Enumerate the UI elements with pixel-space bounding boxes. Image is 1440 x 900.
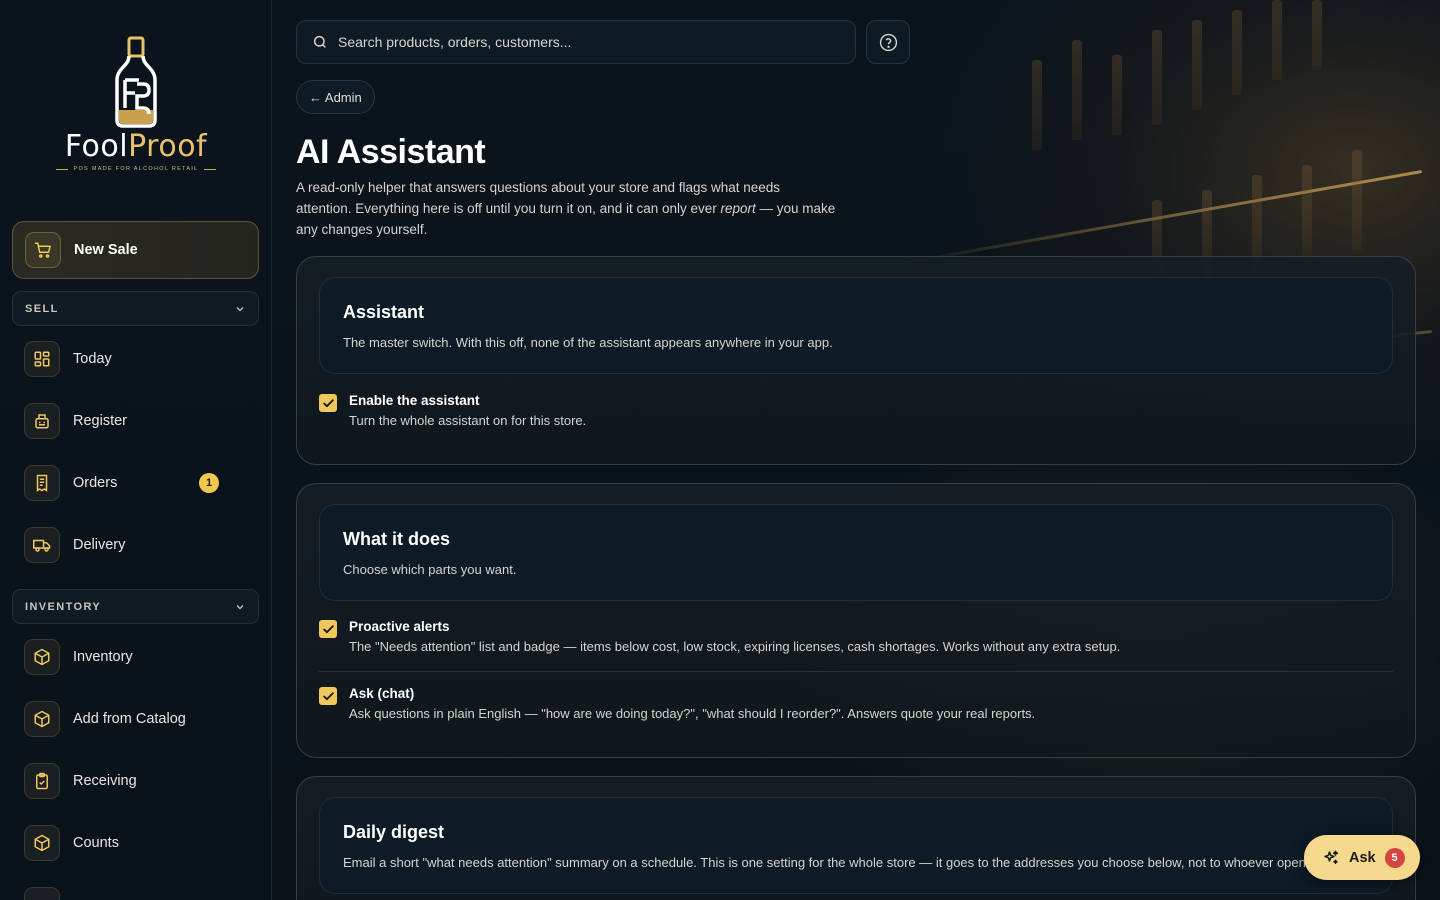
orders-count-badge: 1	[199, 473, 219, 493]
sidebar-item-add-from-catalog[interactable]: Add from Catalog	[12, 695, 259, 743]
sidebar-item-label: Counts	[73, 835, 119, 851]
search-input[interactable]	[338, 34, 818, 50]
sidebar-item-label: Receiving	[73, 773, 137, 789]
option-description: Ask questions in plain English — "how ar…	[349, 706, 1036, 721]
enable-assistant-checkbox[interactable]	[319, 394, 337, 412]
box-icon	[24, 825, 60, 861]
chevron-down-icon	[236, 604, 244, 609]
sidebar-item-label: Today	[73, 351, 112, 367]
option-title: Enable the assistant	[349, 393, 480, 408]
ask-label: Ask	[1349, 849, 1376, 866]
sidebar-item-label: Inventory	[73, 649, 133, 665]
option-ask-chat[interactable]: Ask (chat) Ask questions in plain Englis…	[319, 686, 1393, 721]
section-toggle-inventory[interactable]: INVENTORY	[12, 589, 259, 624]
sidebar-item-register[interactable]: Register	[12, 397, 259, 445]
card-title: Daily digest	[343, 822, 445, 842]
cart-icon	[25, 232, 61, 268]
sidebar-item-counts[interactable]: Counts	[12, 819, 259, 867]
what-it-does-card: What it does Choose which parts you want…	[296, 483, 1416, 758]
sidebar-item-receiving[interactable]: Receiving	[12, 757, 259, 805]
brand-wordmark: FoolProof	[64, 129, 208, 164]
help-button[interactable]	[866, 20, 910, 64]
page-title: AI Assistant	[296, 133, 486, 171]
section-title-inventory: INVENTORY	[25, 600, 102, 613]
search-bar[interactable]	[296, 20, 856, 64]
sidebar-item-label: Orders	[73, 475, 118, 491]
brand-logo[interactable]: FoolProof POS MADE FOR ALCOHOL RETAIL	[0, 36, 271, 186]
register-icon	[24, 403, 60, 439]
box-icon	[24, 887, 60, 900]
new-sale-label: New Sale	[74, 242, 138, 258]
ask-assistant-button[interactable]: Ask 5	[1304, 835, 1420, 880]
daily-digest-card: Daily digest Email a short "what needs a…	[296, 776, 1416, 900]
clipboard-check-icon	[24, 763, 60, 799]
sparkle-icon	[1324, 850, 1339, 864]
ask-count-badge: 5	[1384, 847, 1405, 868]
chevron-down-icon	[236, 306, 244, 311]
sidebar-item-today[interactable]: Today	[12, 335, 259, 383]
card-subtitle: Email a short "what needs attention" sum…	[343, 855, 1313, 870]
option-enable-assistant[interactable]: Enable the assistant Turn the whole assi…	[319, 393, 1393, 428]
dashboard-icon	[24, 341, 60, 377]
section-toggle-sell[interactable]: SELL	[12, 291, 259, 326]
check-icon	[322, 691, 334, 700]
ask-chat-checkbox[interactable]	[319, 687, 337, 705]
box-icon	[24, 701, 60, 737]
check-icon	[322, 398, 334, 407]
card-header: Daily digest Email a short "what needs a…	[319, 797, 1393, 894]
box-icon	[24, 639, 60, 675]
option-title: Proactive alerts	[349, 619, 450, 634]
card-header: Assistant The master switch. With this o…	[319, 277, 1393, 374]
truck-icon	[24, 527, 60, 563]
help-circle-icon	[879, 33, 897, 51]
card-title: Assistant	[343, 302, 425, 322]
page-description: A read-only helper that answers question…	[296, 180, 836, 237]
option-title: Ask (chat)	[349, 686, 415, 701]
option-proactive-alerts[interactable]: Proactive alerts The "Needs attention" l…	[319, 619, 1393, 654]
sidebar-item-delivery[interactable]: Delivery	[12, 521, 259, 569]
assistant-card: Assistant The master switch. With this o…	[296, 256, 1416, 465]
check-icon	[322, 624, 334, 633]
sidebar-item-orders[interactable]: Orders 1	[12, 459, 259, 507]
option-description: The "Needs attention" list and badge — i…	[349, 639, 1121, 654]
search-icon	[313, 35, 326, 48]
option-description: Turn the whole assistant on for this sto…	[349, 413, 587, 428]
divider	[319, 671, 1393, 672]
brand-tagline: POS MADE FOR ALCOHOL RETAIL	[55, 166, 217, 172]
section-title-sell: SELL	[25, 302, 59, 315]
card-subtitle: The master switch. With this off, none o…	[343, 335, 833, 350]
back-to-admin-button[interactable]: ← Admin	[296, 80, 375, 114]
receipt-icon	[24, 465, 60, 501]
sidebar: FoolProof POS MADE FOR ALCOHOL RETAIL Ne…	[0, 0, 272, 900]
proactive-alerts-checkbox[interactable]	[319, 620, 337, 638]
sidebar-item-label: Add from Catalog	[73, 711, 186, 727]
bottle-logo-icon	[115, 36, 157, 128]
sidebar-item-label: Delivery	[73, 537, 126, 553]
card-title: What it does	[343, 529, 450, 549]
sidebar-item-inventory[interactable]: Inventory	[12, 633, 259, 681]
new-sale-button[interactable]: New Sale	[12, 221, 259, 279]
card-subtitle: Choose which parts you want.	[343, 562, 517, 577]
sidebar-item-partial[interactable]	[12, 881, 259, 900]
card-header: What it does Choose which parts you want…	[319, 504, 1393, 601]
sidebar-item-label: Register	[73, 413, 127, 429]
